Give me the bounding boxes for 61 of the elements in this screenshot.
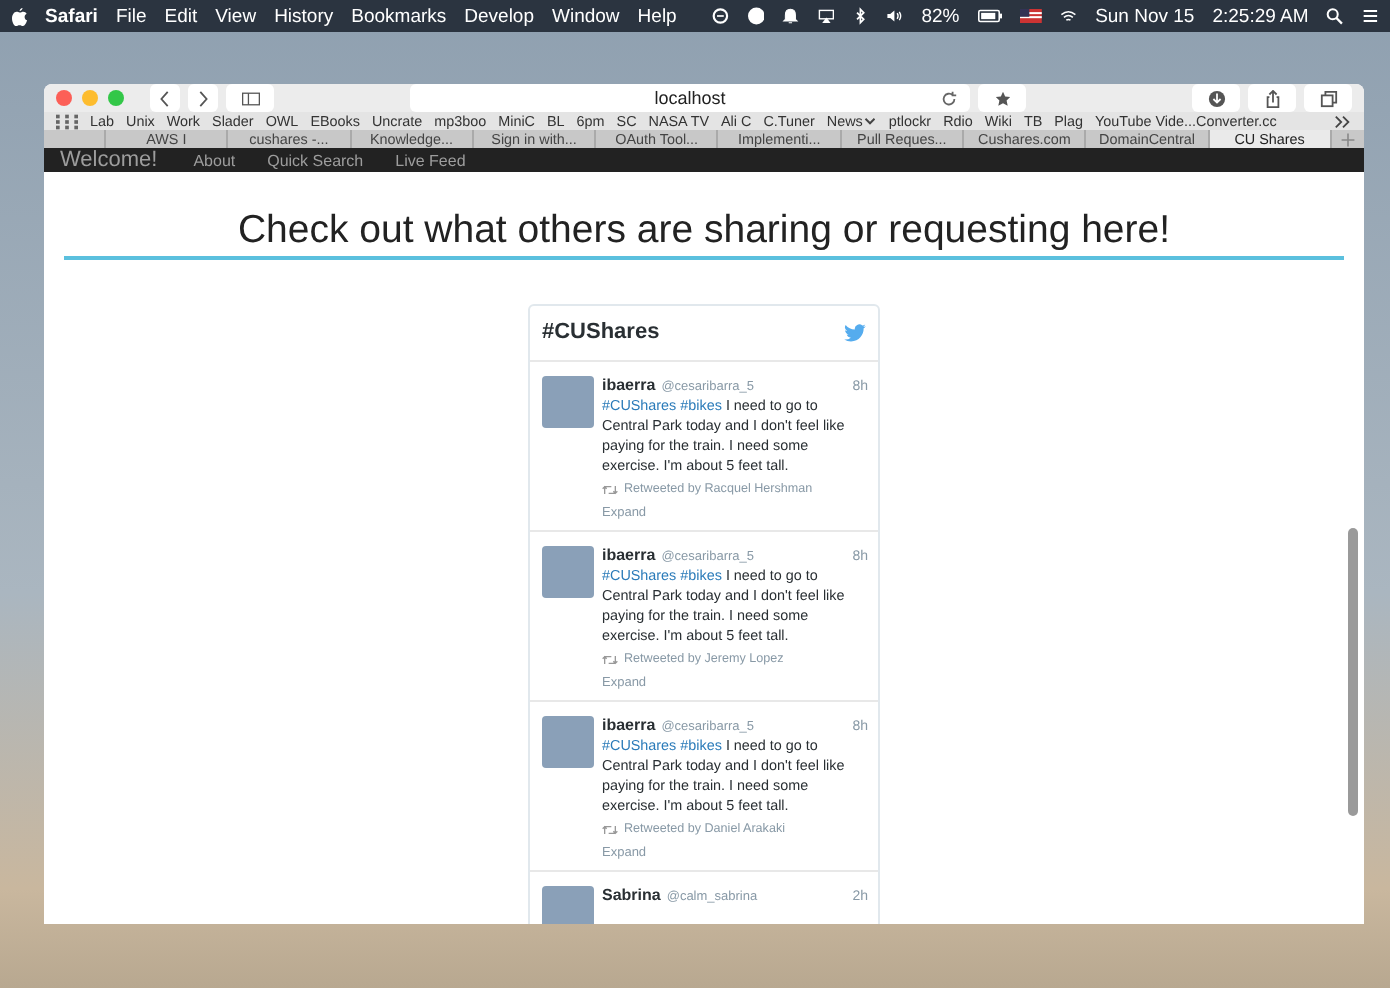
chevron-down-icon [864, 116, 877, 126]
page-heading: Check out what others are sharing or requesting here! [237, 208, 1171, 254]
flag-icon[interactable] [1020, 6, 1043, 26]
avatar-photo-placeholder [542, 886, 594, 924]
back-button[interactable] [150, 84, 180, 112]
retweet-icon [602, 823, 618, 835]
avatar-photo-placeholder [542, 376, 594, 428]
tweet-author[interactable]: Sabrina [602, 886, 661, 904]
status-circle-icon[interactable] [712, 6, 730, 26]
retweet-icon [602, 653, 618, 665]
brand-link[interactable]: Welcome! [60, 148, 158, 172]
volume-icon[interactable] [886, 6, 904, 26]
reload-icon[interactable] [940, 89, 958, 107]
tweet-author[interactable]: ibaerra [602, 546, 656, 564]
menu-item[interactable]: Bookmarks [351, 5, 447, 27]
airplay-icon[interactable] [817, 6, 834, 26]
apple-icon[interactable] [12, 5, 28, 27]
forward-button[interactable] [188, 84, 218, 112]
star-icon [993, 89, 1011, 107]
reader-button[interactable] [978, 84, 1026, 112]
sidebar-icon [241, 89, 259, 107]
menu-clock: 2:25:29 AM [1212, 5, 1309, 27]
tabs-icon [1319, 89, 1337, 107]
bluetooth-icon[interactable] [851, 6, 869, 26]
menu-item[interactable]: Edit [164, 5, 198, 27]
tabs-overview-button[interactable] [1304, 84, 1352, 112]
share-button[interactable] [1248, 84, 1296, 112]
download-icon [1207, 89, 1225, 107]
chevron-right-icon [194, 89, 212, 107]
wifi-icon[interactable] [1060, 6, 1078, 26]
share-icon [1263, 89, 1281, 107]
double-chevron-icon[interactable] [1334, 113, 1352, 129]
menu-item[interactable]: View [215, 5, 257, 27]
app-menu[interactable]: Safari [45, 5, 98, 27]
chevron-left-icon [156, 89, 174, 107]
close-button[interactable] [56, 90, 72, 106]
grid-icon[interactable] [56, 113, 78, 129]
avatar-photo-placeholder [542, 716, 594, 768]
nav-link[interactable]: Live Feed [395, 151, 466, 169]
search-icon[interactable] [1326, 6, 1344, 26]
menu-date: Sun Nov 15 [1095, 5, 1195, 27]
menu-item[interactable]: Help [637, 5, 677, 27]
battery-percent: 82% [921, 5, 960, 27]
menu-item[interactable]: History [274, 5, 334, 27]
feed-title: #CUShares [542, 320, 660, 344]
menu-item[interactable]: File [115, 5, 147, 27]
nav-link[interactable]: About [193, 151, 236, 169]
menu-item[interactable]: Window [552, 5, 620, 27]
nav-link[interactable]: Quick Search [267, 151, 364, 169]
menu-item[interactable]: Develop [464, 5, 534, 27]
scrollbar-thumb[interactable] [1348, 528, 1358, 816]
list-icon[interactable] [1361, 6, 1379, 26]
address-field[interactable]: localhost [410, 84, 970, 112]
retweet-icon [602, 483, 618, 495]
tweet-author[interactable]: ibaerra [602, 376, 656, 394]
tweet-author[interactable]: ibaerra [602, 716, 656, 734]
bell-icon[interactable] [782, 6, 800, 26]
battery-icon[interactable] [977, 6, 1003, 26]
sidebar-button[interactable] [226, 84, 274, 112]
avatar-photo-placeholder [542, 546, 594, 598]
downloads-button[interactable] [1192, 84, 1240, 112]
